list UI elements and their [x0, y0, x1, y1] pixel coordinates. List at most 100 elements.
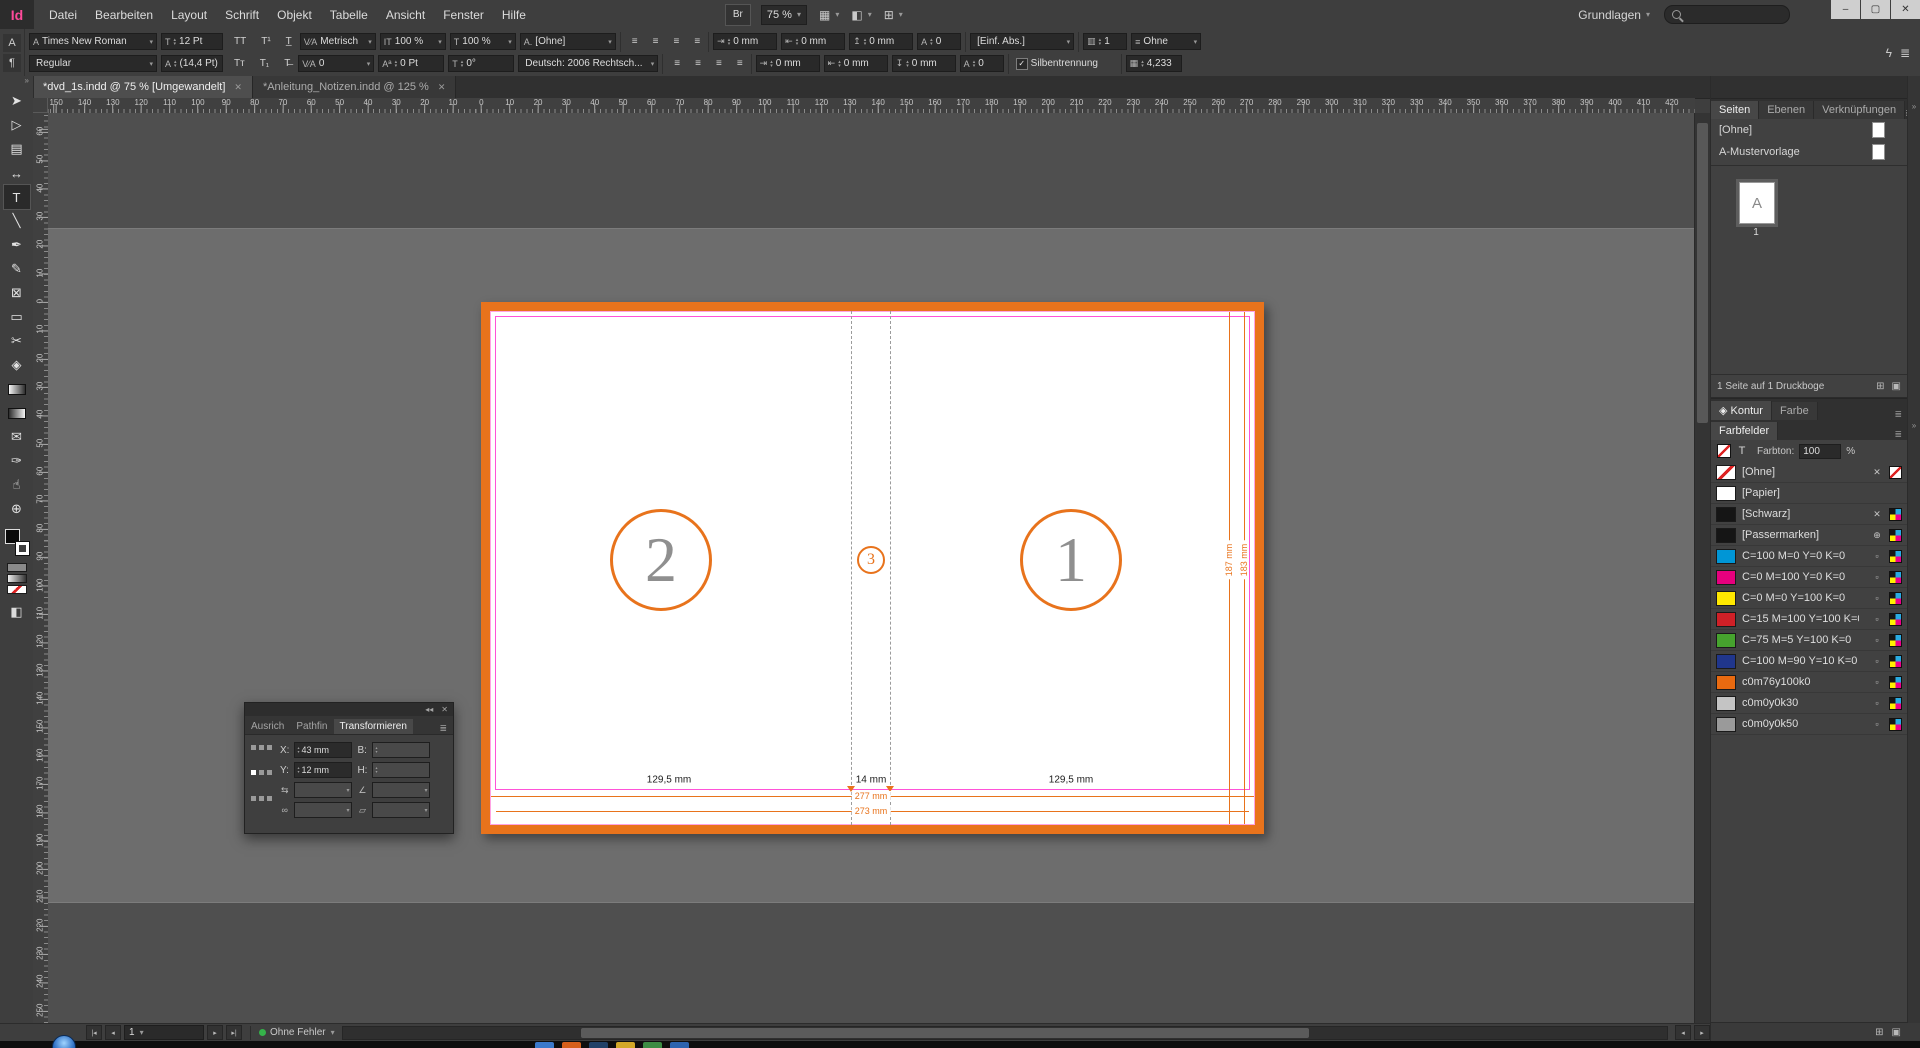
stepper-arrows[interactable]: [728, 38, 731, 46]
panel-menu-icon[interactable]: ≣: [1894, 409, 1907, 420]
control-field[interactable]: ✓ Silbentrennung: [1013, 55, 1117, 72]
dock-panel-tab[interactable]: Farbe: [1772, 402, 1818, 420]
control-field[interactable]: A 0: [917, 33, 961, 50]
control-field[interactable]: ⇥ 0 mm: [713, 33, 777, 50]
swatch-row[interactable]: C=0 M=100 Y=0 K=0 ▫: [1711, 567, 1907, 588]
line-tool[interactable]: ╲: [4, 209, 30, 233]
x-field[interactable]: 43 mm: [294, 742, 352, 758]
horizontal-ruler[interactable]: 1501401301201101009080706050403020100102…: [48, 98, 1695, 114]
swatch-row[interactable]: [Papier]: [1711, 483, 1907, 504]
control-field[interactable]: ≡: [688, 55, 705, 72]
dock-panel-tab[interactable]: Ebenen: [1759, 101, 1814, 119]
page-number-select[interactable]: 1: [124, 1025, 204, 1040]
menu-item[interactable]: Ansicht: [377, 8, 434, 22]
control-field[interactable]: TT: [227, 33, 250, 50]
page-thumbnail[interactable]: A: [1739, 182, 1775, 224]
dock-panel-tab[interactable]: Verknüpfungen: [1814, 101, 1905, 119]
menu-item[interactable]: Bearbeiten: [86, 8, 162, 22]
screen-mode-button[interactable]: ◧: [851, 8, 871, 22]
control-field[interactable]: ≡: [666, 33, 683, 50]
tab-close-icon[interactable]: ✕: [234, 82, 242, 93]
apply-gradient-button[interactable]: [7, 574, 27, 583]
control-field[interactable]: [751, 54, 752, 74]
document-tab[interactable]: *dvd_1s.indd @ 75 % [Umgewandelt] ✕: [33, 76, 253, 98]
horizontal-scrollbar-thumb[interactable]: [581, 1028, 1309, 1038]
swatch-row[interactable]: c0m0y0k30 ▫: [1711, 693, 1907, 714]
control-field[interactable]: ⇤ 0 mm: [824, 55, 888, 72]
zoom-tool[interactable]: ⊕: [4, 497, 30, 521]
vertical-scrollbar[interactable]: [1694, 113, 1710, 1023]
stepper-arrows[interactable]: [461, 60, 464, 68]
pen-tool[interactable]: ✒: [4, 233, 30, 257]
master-page-row[interactable]: A-Mustervorlage: [1711, 141, 1907, 163]
control-field[interactable]: ≡: [667, 55, 684, 72]
swatch-row[interactable]: c0m76y100k0 ▫: [1711, 672, 1907, 693]
control-field[interactable]: [1078, 32, 1079, 52]
paragraph-mode-button[interactable]: ¶: [3, 54, 21, 72]
control-field[interactable]: ≡: [709, 55, 726, 72]
stepper-arrows[interactable]: [930, 38, 933, 46]
apply-color-button[interactable]: [7, 563, 27, 572]
new-swatch-icon[interactable]: ⊞: [1875, 1027, 1883, 1038]
transform-panel-tab[interactable]: Transformieren: [334, 719, 413, 734]
dock-panel-tab[interactable]: Seiten: [1711, 101, 1759, 119]
stepper-arrows[interactable]: [906, 60, 909, 68]
control-field[interactable]: ▥ 1: [1083, 33, 1127, 50]
taskbar-app-icon[interactable]: [535, 1042, 554, 1048]
swatch-row[interactable]: C=100 M=0 Y=0 K=0 ▫: [1711, 546, 1907, 567]
stroke-swatch[interactable]: [16, 542, 29, 555]
control-field[interactable]: Aª 0 Pt: [378, 55, 444, 72]
type-tool[interactable]: T: [4, 185, 30, 209]
taskbar-app-icon[interactable]: [562, 1042, 581, 1048]
scale-x-field[interactable]: [294, 782, 352, 798]
control-field[interactable]: A 0: [960, 55, 1004, 72]
minimize-button[interactable]: –: [1831, 0, 1860, 19]
control-field[interactable]: ▦ 4,233: [1126, 55, 1182, 72]
last-page-button[interactable]: ▸|: [226, 1025, 242, 1040]
note-tool[interactable]: ✉: [4, 425, 30, 449]
first-page-button[interactable]: |◂: [86, 1025, 102, 1040]
dropdown-arrow-icon[interactable]: [1067, 38, 1071, 46]
control-field[interactable]: T̲: [279, 33, 296, 50]
control-field[interactable]: [620, 32, 621, 52]
control-field[interactable]: A (14,4 Pt): [161, 55, 223, 72]
control-field[interactable]: T₁: [253, 55, 273, 72]
control-field[interactable]: Tᴛ: [227, 55, 249, 72]
dropdown-arrow-icon[interactable]: [149, 38, 153, 46]
taskbar-app-icon[interactable]: [670, 1042, 689, 1048]
taskbar-app-icon[interactable]: [589, 1042, 608, 1048]
reference-point-proxy[interactable]: [251, 745, 272, 818]
dropdown-arrow-icon[interactable]: [1194, 38, 1198, 46]
stepper-arrows[interactable]: [838, 60, 841, 68]
dropdown-arrow-icon[interactable]: [438, 38, 442, 46]
rectangle-frame-tool[interactable]: ⊠: [4, 281, 30, 305]
current-fill-icon[interactable]: [1717, 444, 1731, 458]
control-field[interactable]: A Times New Roman: [29, 33, 157, 50]
panel-number-circle-3[interactable]: 3: [857, 546, 885, 574]
scale-y-field[interactable]: [294, 802, 352, 818]
stepper-arrows[interactable]: [174, 38, 177, 46]
text-fill-icon[interactable]: T: [1736, 445, 1748, 457]
arrange-documents-button[interactable]: ⊞: [884, 8, 903, 22]
menu-item[interactable]: Hilfe: [493, 8, 535, 22]
stepper-arrows[interactable]: [1141, 60, 1144, 68]
vertical-ruler[interactable]: 6050403020100102030405060708090100110120…: [33, 113, 49, 1023]
transform-panel-tab[interactable]: Pathfin: [290, 719, 333, 734]
search-input[interactable]: [1664, 5, 1790, 24]
stepper-arrows[interactable]: [174, 60, 177, 68]
control-panel-menu-icon[interactable]: ≣: [1900, 46, 1910, 60]
rectangle-tool[interactable]: ▭: [4, 305, 30, 329]
menu-item[interactable]: Datei: [40, 8, 86, 22]
control-field[interactable]: ↥ 0 mm: [849, 33, 913, 50]
dropdown-arrow-icon[interactable]: [367, 60, 371, 68]
control-field[interactable]: ≡ Ohne: [1131, 33, 1201, 50]
height-field[interactable]: [372, 762, 430, 778]
swatch-row[interactable]: C=0 M=0 Y=100 K=0 ▫: [1711, 588, 1907, 609]
stepper-arrows[interactable]: [973, 60, 976, 68]
panel-collapse-icon[interactable]: ◂◂: [425, 705, 433, 714]
dock-panel-tab[interactable]: ◈ Kontur: [1711, 401, 1772, 420]
stepper-arrows[interactable]: [770, 60, 773, 68]
zoom-level-select[interactable]: 75 %: [761, 5, 807, 25]
control-field[interactable]: T 12 Pt: [161, 33, 223, 50]
page-tool[interactable]: ▤: [4, 137, 30, 161]
